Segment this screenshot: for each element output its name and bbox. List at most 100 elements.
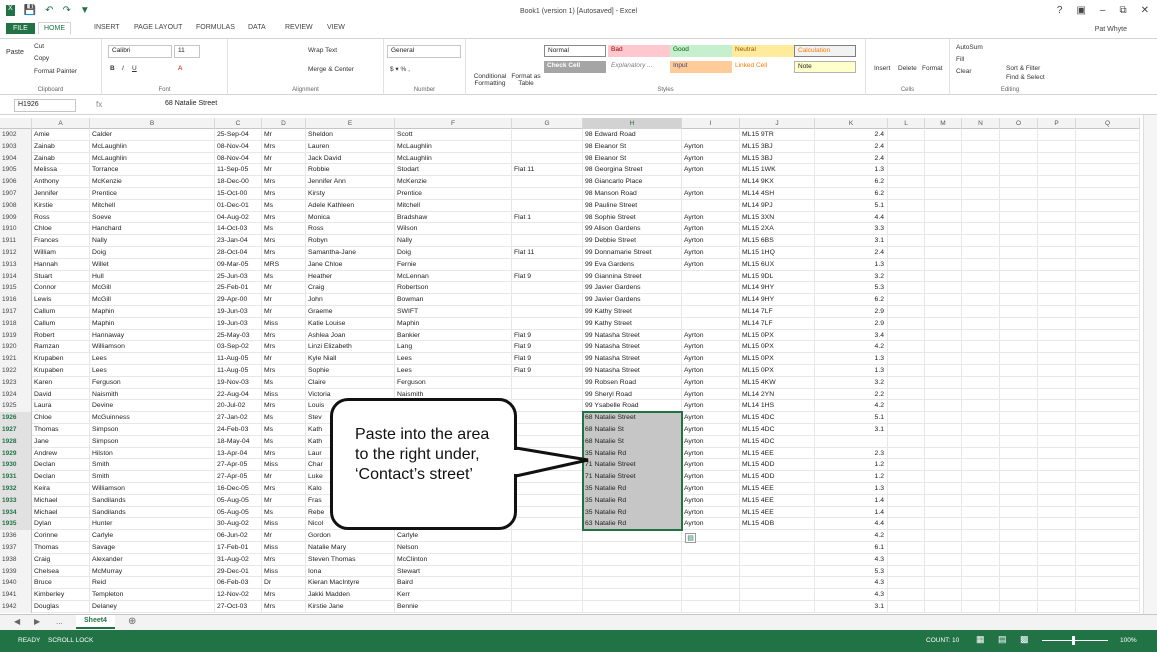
cell-c[interactable]: 25-Jun-03	[215, 270, 262, 283]
select-all-corner[interactable]	[0, 118, 32, 129]
cell-empty[interactable]	[888, 565, 925, 578]
cell-j[interactable]: ML15 6BS	[740, 235, 815, 247]
cell-empty[interactable]	[1038, 506, 1076, 519]
cell-i[interactable]: Ayrton	[682, 506, 740, 519]
cell-i[interactable]: Ayrton	[682, 518, 740, 531]
cell-j[interactable]: ML14 4SH	[740, 188, 815, 200]
cell-k[interactable]: 4.2	[815, 400, 888, 413]
cell-empty[interactable]	[1000, 211, 1038, 224]
cell-f[interactable]: McKenzie	[395, 176, 512, 188]
cell-d[interactable]: Ms	[262, 199, 306, 212]
cell-empty[interactable]	[925, 129, 962, 141]
row-number[interactable]: 1923	[0, 376, 32, 389]
cell-k[interactable]: 1.3	[815, 258, 888, 271]
cell-d[interactable]: Mr	[262, 306, 306, 318]
cell-g[interactable]	[512, 553, 583, 566]
cell-empty[interactable]	[1076, 294, 1140, 306]
font-size-select[interactable]: 11	[174, 45, 200, 58]
cell-e[interactable]: Sophie	[306, 365, 395, 377]
cell-b[interactable]: Hannaway	[90, 329, 215, 342]
cell-h[interactable]: 98 Eleanor St	[583, 152, 682, 165]
row-number[interactable]: 1925	[0, 400, 32, 413]
cell-e[interactable]: Adele Kathleen	[306, 199, 395, 212]
row-number[interactable]: 1912	[0, 247, 32, 259]
cell-h[interactable]: 98 Georgina Street	[583, 164, 682, 177]
cell-a[interactable]: Kirstie	[32, 199, 90, 212]
cell-h[interactable]: 99 Kathy Street	[583, 317, 682, 330]
cell-j[interactable]: ML14 9HY	[740, 282, 815, 295]
number-format-select[interactable]: General	[387, 45, 461, 58]
merge-center-button[interactable]: Merge & Center	[308, 66, 354, 73]
cell-b[interactable]: Sandilands	[90, 506, 215, 519]
row-number[interactable]: 1919	[0, 329, 32, 342]
cell-g[interactable]	[512, 424, 583, 436]
cell-e[interactable]: Kirsty	[306, 188, 395, 200]
paste-options-icon[interactable]: ▤	[685, 533, 696, 544]
cell-j[interactable]: ML15 4EE	[740, 494, 815, 507]
cell-empty[interactable]	[888, 435, 925, 448]
cell-empty[interactable]	[888, 365, 925, 377]
cell-e[interactable]: Heather	[306, 270, 395, 283]
cell-a[interactable]: Declan	[32, 459, 90, 472]
cell-b[interactable]: Hilston	[90, 447, 215, 460]
row-number[interactable]: 1918	[0, 317, 32, 330]
column-header-n[interactable]: N	[962, 118, 1000, 129]
cell-a[interactable]: Hannah	[32, 258, 90, 271]
cell-empty[interactable]	[1076, 306, 1140, 318]
cell-empty[interactable]	[1000, 353, 1038, 365]
cell-empty[interactable]	[1000, 435, 1038, 448]
cell-g[interactable]	[512, 435, 583, 448]
cell-h[interactable]	[583, 577, 682, 590]
cell-empty[interactable]	[962, 447, 1000, 460]
cell-empty[interactable]	[962, 483, 1000, 495]
cell-h[interactable]: 99 Natasha Street	[583, 341, 682, 354]
cell-empty[interactable]	[1076, 164, 1140, 177]
cell-empty[interactable]	[1000, 129, 1038, 141]
cell-f[interactable]: Carlyle	[395, 530, 512, 542]
tab-data[interactable]: DATA	[248, 24, 266, 31]
cell-empty[interactable]	[962, 258, 1000, 271]
cell-g[interactable]	[512, 376, 583, 389]
style-normal[interactable]: Normal	[544, 45, 606, 57]
cell-empty[interactable]	[888, 129, 925, 141]
tab-page-layout[interactable]: PAGE LAYOUT	[134, 24, 182, 31]
cell-i[interactable]: Ayrton	[682, 140, 740, 153]
cell-empty[interactable]	[1038, 542, 1076, 554]
cell-a[interactable]: Callum	[32, 306, 90, 318]
cell-i[interactable]: Ayrton	[682, 235, 740, 247]
cell-j[interactable]: ML15 1HQ	[740, 247, 815, 259]
cell-i[interactable]: Ayrton	[682, 188, 740, 200]
cell-empty[interactable]	[1038, 412, 1076, 424]
cell-empty[interactable]	[888, 459, 925, 472]
cell-a[interactable]: Ross	[32, 211, 90, 224]
cell-empty[interactable]	[925, 447, 962, 460]
cell-empty[interactable]	[925, 353, 962, 365]
cell-i[interactable]: Ayrton	[682, 211, 740, 224]
cell-j[interactable]: ML14 7LF	[740, 306, 815, 318]
cell-j[interactable]: ML15 4DD	[740, 471, 815, 483]
cell-empty[interactable]	[1076, 601, 1140, 613]
cell-a[interactable]: Anthony	[32, 176, 90, 188]
cell-f[interactable]: Bankier	[395, 329, 512, 342]
cell-empty[interactable]	[1076, 565, 1140, 578]
cell-empty[interactable]	[1076, 211, 1140, 224]
cell-empty[interactable]	[888, 542, 925, 554]
cell-h[interactable]: 98 Manson Road	[583, 188, 682, 200]
cell-empty[interactable]	[925, 365, 962, 377]
cell-i[interactable]: Ayrton	[682, 152, 740, 165]
cell-d[interactable]: Mr	[262, 294, 306, 306]
cell-a[interactable]: Corinne	[32, 530, 90, 542]
column-header-j[interactable]: J	[740, 118, 815, 129]
cell-empty[interactable]	[1038, 317, 1076, 330]
cell-a[interactable]: Michael	[32, 494, 90, 507]
cell-empty[interactable]	[1076, 589, 1140, 601]
cell-b[interactable]: McMurray	[90, 565, 215, 578]
name-box[interactable]: H1926	[14, 99, 76, 112]
cell-e[interactable]: Linzi Elizabeth	[306, 341, 395, 354]
cell-empty[interactable]	[1000, 601, 1038, 613]
cell-a[interactable]: Michael	[32, 506, 90, 519]
cell-c[interactable]: 31-Aug-02	[215, 553, 262, 566]
row-number[interactable]: 1913	[0, 258, 32, 271]
cell-a[interactable]: Douglas	[32, 601, 90, 613]
style-input[interactable]: Input	[670, 61, 732, 73]
